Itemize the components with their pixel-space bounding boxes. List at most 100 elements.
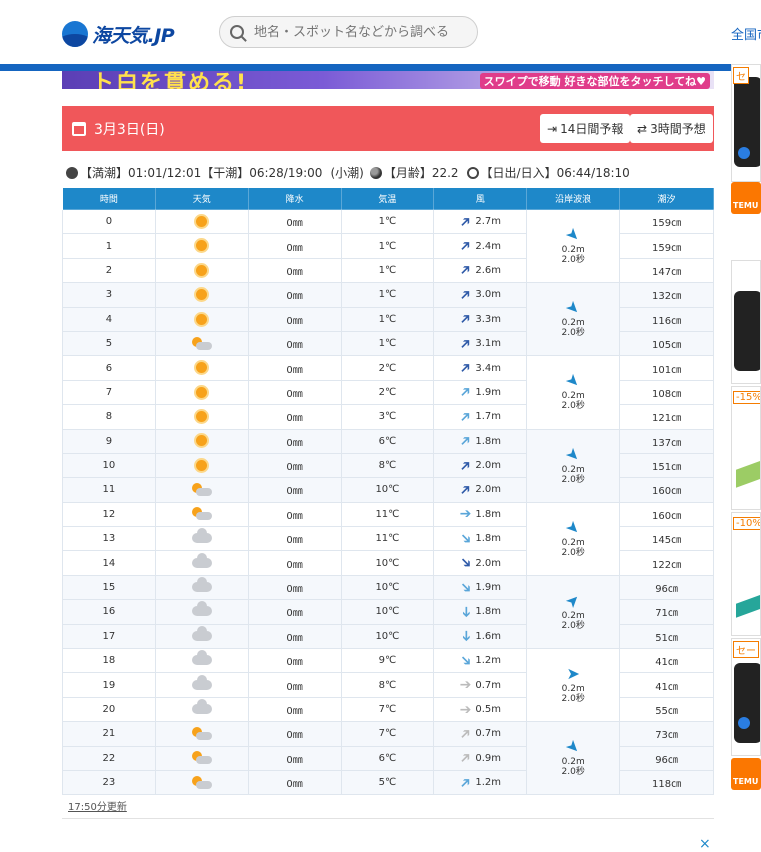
precip-cell: 0㎜ — [247, 696, 342, 723]
table-row: 3 0㎜ 1℃ ➔ 3.0m ➤ 0.2m 2.0秒 132㎝ — [62, 282, 714, 357]
14day-forecast-label: 14日間予報 — [560, 122, 624, 136]
14day-forecast-button[interactable]: ⇥ 14日間予報 — [540, 114, 631, 143]
nav-link-nationwide[interactable]: 全国市 — [731, 24, 761, 43]
ad-badge: -10% — [733, 517, 760, 530]
wind-cell: ➔ 0.9m — [433, 745, 528, 771]
wind-arrow-icon: ➔ — [457, 630, 474, 643]
weather-cell — [154, 599, 249, 625]
wind-arrow-icon: ➔ — [459, 701, 472, 718]
side-ad-column[interactable]: セ TEMU -15% -10% セー TEMU — [731, 64, 761, 846]
precip-cell: 0㎜ — [247, 769, 342, 796]
weather-cell — [154, 233, 249, 259]
wind-cell: ➔ 0.5m — [433, 696, 528, 723]
divider — [62, 818, 714, 819]
moon-age: 【月齢】22.2 — [383, 166, 459, 180]
sun-icon — [196, 459, 208, 471]
table-row: 18 0㎜ 9℃ ➔ 1.2m ➤ 0.2m 2.0秒 41㎝ — [62, 648, 714, 723]
3hour-forecast-button[interactable]: ⇄ 3時間予想 — [630, 114, 713, 143]
wind-cell: ➔ 3.0m — [433, 282, 528, 308]
precip-cell: 0㎜ — [247, 574, 342, 601]
wind-cell: ➔ 2.0m — [433, 550, 528, 576]
ad-banner[interactable]: ト白を貫める! スワイプで移動 好きな部位をタッチしてね♥ — [62, 71, 714, 89]
day-date: 3月3日(日) — [94, 122, 165, 138]
ad-badge: セ — [733, 67, 749, 84]
reel-image — [734, 77, 760, 167]
sun-icon — [196, 289, 208, 301]
hour-cell: 13 — [62, 526, 156, 552]
weather-cell — [154, 672, 249, 698]
wind-speed: 1.8m — [475, 435, 501, 447]
ad-item[interactable]: セー — [731, 638, 761, 756]
search-box[interactable] — [219, 16, 478, 48]
temp-cell: 1℃ — [340, 257, 435, 284]
wave-cell: ➤ 0.2m 2.0秒 — [526, 721, 621, 796]
cloud-icon — [191, 625, 212, 641]
precip-cell: 0㎜ — [247, 745, 342, 771]
hour-cell: 2 — [62, 257, 156, 284]
wave-cell: ➤ 0.2m 2.0秒 — [526, 355, 621, 430]
temu-logo[interactable]: TEMU — [731, 758, 761, 790]
wind-cell: ➔ 1.2m — [433, 769, 528, 796]
site-logo[interactable]: 海天気.JP — [62, 20, 175, 48]
close-icon[interactable]: × — [699, 836, 711, 852]
precip-cell: 0㎜ — [247, 282, 342, 308]
sun-cloud-icon — [191, 336, 212, 351]
hourly-forecast-table: 時間 天気 降水 気温 風 沿岸波浪 潮汐 0 0㎜ 1℃ ➔ 2.7m ➤ 0.2m 2.0… — [62, 187, 714, 796]
wind-speed: 1.8m — [475, 508, 501, 520]
wind-speed: 1.7m — [475, 411, 501, 423]
ad-item[interactable] — [731, 260, 761, 384]
wave-cell: ➤ 0.2m 2.0秒 — [526, 574, 621, 650]
hour-cell: 4 — [62, 306, 156, 332]
temp-cell: 8℃ — [340, 672, 435, 698]
temp-cell: 7℃ — [340, 696, 435, 723]
weather-cell — [154, 745, 249, 771]
ad-item[interactable]: -15% — [731, 386, 761, 510]
wind-cell: ➔ 1.7m — [433, 404, 528, 430]
wave-period: 2.0秒 — [561, 694, 585, 705]
product-image — [736, 594, 760, 618]
weather-cell — [154, 379, 249, 406]
col-header-tide: 潮汐 — [619, 187, 714, 210]
temp-cell: 6℃ — [340, 428, 435, 454]
tide-cell: 137㎝ — [619, 428, 714, 454]
col-header-temp: 気温 — [340, 187, 435, 210]
col-header-precip: 降水 — [247, 187, 342, 210]
temp-cell: 3℃ — [340, 404, 435, 430]
wind-arrow-icon: ➔ — [455, 724, 476, 744]
temu-logo[interactable]: TEMU — [731, 182, 761, 214]
sunrise-icon — [466, 166, 479, 179]
day-header: 3月3日(日) ⇥ 14日間予報 ⇄ 3時間予想 — [62, 106, 714, 151]
tide-cell: 159㎝ — [619, 208, 714, 235]
weather-cell — [154, 623, 249, 650]
temp-cell: 9℃ — [340, 648, 435, 674]
temp-cell: 2℃ — [340, 355, 435, 381]
wind-cell: ➔ 1.2m — [433, 648, 528, 674]
reel-image — [734, 663, 760, 743]
ad-item[interactable]: -10% — [731, 512, 761, 636]
temp-cell: 10℃ — [340, 574, 435, 601]
wind-speed: 1.2m — [475, 655, 501, 667]
weather-cell — [154, 404, 249, 430]
search-input[interactable] — [254, 24, 464, 40]
precip-cell: 0㎜ — [247, 404, 342, 430]
table-row: 9 0㎜ 6℃ ➔ 1.8m ➤ 0.2m 2.0秒 137㎝ — [62, 428, 714, 503]
precip-cell: 0㎜ — [247, 257, 342, 284]
weather-cell — [154, 574, 249, 601]
ad-item[interactable]: セ — [731, 64, 761, 182]
forward-icon: ⇥ — [547, 121, 558, 136]
weather-cell — [154, 477, 249, 503]
updated-time-link[interactable]: 17:50分更新 — [68, 798, 127, 813]
wave-height: 0.2m — [561, 684, 585, 695]
tide-cell: 55㎝ — [619, 696, 714, 723]
tide-cell: 132㎝ — [619, 282, 714, 308]
hour-cell: 16 — [62, 599, 156, 625]
hour-cell: 5 — [62, 330, 156, 357]
wave-cell: ➤ 0.2m 2.0秒 — [526, 501, 621, 576]
wind-speed: 0.7m — [475, 728, 501, 740]
temp-cell: 1℃ — [340, 306, 435, 332]
precip-cell: 0㎜ — [247, 233, 342, 259]
wind-speed: 0.5m — [475, 704, 501, 715]
wind-speed: 0.9m — [475, 752, 501, 764]
wave-period: 2.0秒 — [561, 767, 585, 778]
precip-cell: 0㎜ — [247, 379, 342, 406]
